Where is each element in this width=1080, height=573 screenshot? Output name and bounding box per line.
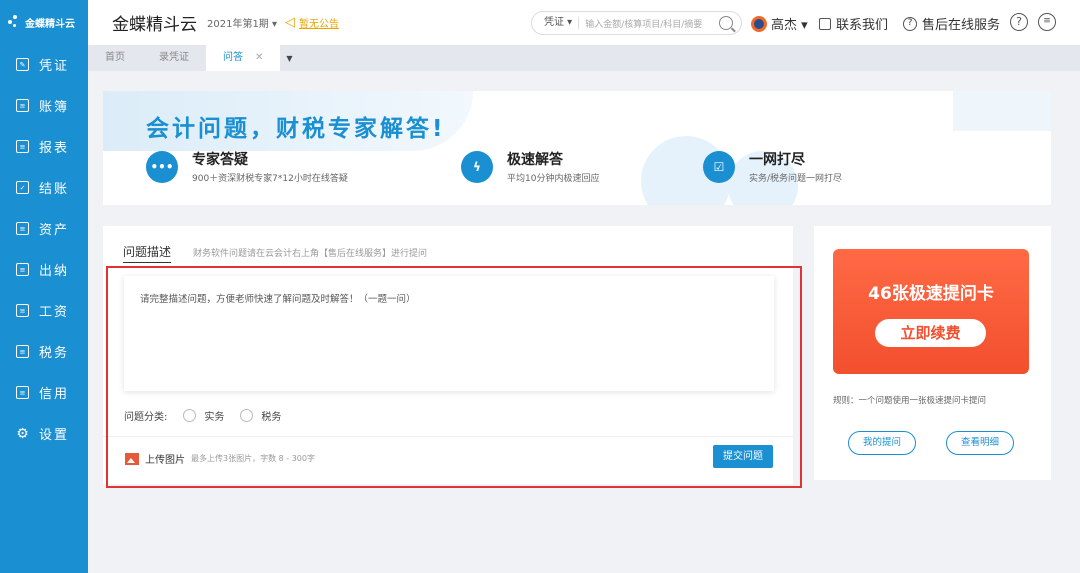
tab-voucher-entry[interactable]: 录凭证 <box>142 45 206 71</box>
image-icon <box>125 452 139 465</box>
chevron-down-icon[interactable]: ▼ <box>286 54 292 63</box>
tab-home[interactable]: 首页 <box>88 45 142 71</box>
user-name: 高杰 ▾ <box>771 18 808 33</box>
menu-icon[interactable]: ≡ <box>1038 13 1056 31</box>
close-icon[interactable]: ✕ <box>255 52 263 63</box>
gear-icon: ⚙ <box>16 425 29 442</box>
sidebar: 金蝶精斗云 ✎ 凭证 ≡ 账簿 ≡ 报表 ✓ 结账 ≡ 资产 ≡ 出纳 ≡ 工资 ≡ 税务 ≡ 信… <box>0 0 88 573</box>
report-icon: ≡ <box>16 140 29 153</box>
card-rule: 规则：一个问题使用一张极速提问卡提问 <box>833 396 987 406</box>
radio-icon <box>183 409 197 422</box>
upload-image-button[interactable]: 上传图片 最多上传3张图片，字数 8 - 300字 <box>125 451 315 466</box>
period-selector[interactable]: 2021年第1期 ▾ <box>207 15 277 30</box>
top-bar: 金蝶精斗云 2021年第1期 ▾ ◁ 暂无公告 凭证 ▾ 输入金额/核算项目/科… <box>88 0 1080 45</box>
radio-practice[interactable]: 实务 <box>183 408 224 423</box>
contact-us-link[interactable]: 联系我们 <box>819 14 888 33</box>
tab-bar: 首页 录凭证 问答 ✕ ▼ <box>88 45 1080 71</box>
cashier-icon: ≡ <box>16 263 29 276</box>
question-textarea[interactable]: 请完整描述问题，方便老师快速了解问题及时解答！（一题一问） <box>124 276 774 391</box>
question-panel: 问题描述 财务软件问题请在云会计右上角【售后在线服务】进行提问 请完整描述问题，… <box>103 226 793 484</box>
sidebar-item-report[interactable]: ≡ 报表 <box>0 126 88 167</box>
sidebar-item-settings[interactable]: ⚙ 设置 <box>0 413 88 454</box>
question-card-panel: 46张极速提问卡 立即续费 规则：一个问题使用一张极速提问卡提问 我的提问 查看… <box>814 226 1051 480</box>
book-icon: ≡ <box>16 99 29 112</box>
quick-question-card: 46张极速提问卡 立即续费 <box>833 249 1029 374</box>
sidebar-item-voucher[interactable]: ✎ 凭证 <box>0 44 88 85</box>
sidebar-item-credit[interactable]: ≡ 信用 <box>0 372 88 413</box>
my-questions-button[interactable]: 我的提问 <box>848 431 916 455</box>
banner: 会计问题，财税专家解答! ••• 专家答疑 900＋资深财税专家7*12小时在线答… <box>103 91 1051 205</box>
after-sales-link[interactable]: ? 售后在线服务 <box>903 14 1000 33</box>
sidebar-item-ledger[interactable]: ≡ 账簿 <box>0 85 88 126</box>
renew-button[interactable]: 立即续费 <box>875 319 986 347</box>
asset-icon: ≡ <box>16 222 29 235</box>
sidebar-item-tax[interactable]: ≡ 税务 <box>0 331 88 372</box>
help-icon[interactable]: ? <box>1010 13 1028 31</box>
radio-tax[interactable]: 税务 <box>240 408 281 423</box>
question-footer: 上传图片 最多上传3张图片，字数 8 - 300字 提交问题 <box>103 436 793 484</box>
notice-link[interactable]: 暂无公告 <box>299 15 339 30</box>
card-title: 46张极速提问卡 <box>868 284 994 304</box>
chat-icon: ••• <box>146 150 178 183</box>
search-box: 凭证 ▾ 输入金额/核算项目/科目/摘要 <box>531 11 742 35</box>
category-group: 问题分类: 实务 税务 <box>124 408 281 423</box>
service-icon: ? <box>903 16 917 31</box>
search-type-dropdown[interactable]: 凭证 ▾ <box>532 17 580 29</box>
edit-doc-icon: ✎ <box>16 58 29 71</box>
search-icon[interactable] <box>719 16 733 30</box>
logo-text: 金蝶精斗云 <box>25 18 75 30</box>
sidebar-item-closing[interactable]: ✓ 结账 <box>0 167 88 208</box>
tab-qa[interactable]: 问答 ✕ <box>206 45 281 71</box>
avatar <box>751 15 767 32</box>
check-list-icon: ☑ <box>703 150 735 183</box>
feature-fast: ϟ 极速解答 平均10分钟内极速回应 <box>461 149 599 184</box>
sidebar-item-salary[interactable]: ≡ 工资 <box>0 290 88 331</box>
tax-icon: ≡ <box>16 345 29 358</box>
user-menu[interactable]: 高杰 ▾ <box>751 14 808 33</box>
logo[interactable]: 金蝶精斗云 <box>0 0 88 44</box>
feature-expert: ••• 专家答疑 900＋资深财税专家7*12小时在线答疑 <box>146 149 348 184</box>
salary-icon: ≡ <box>16 304 29 317</box>
radio-icon <box>240 409 254 422</box>
logo-icon <box>8 15 22 29</box>
checkbox-icon: ✓ <box>16 181 29 194</box>
question-tip: 财务软件问题请在云会计右上角【售后在线服务】进行提问 <box>193 249 428 259</box>
banner-title: 会计问题，财税专家解答! <box>146 116 446 142</box>
category-label: 问题分类: <box>124 412 168 423</box>
feature-all: ☑ 一网打尽 实务/税务问题一网打尽 <box>703 149 842 184</box>
message-icon <box>819 17 831 30</box>
upload-hint: 最多上传3张图片，字数 8 - 300字 <box>191 454 315 463</box>
sidebar-item-asset[interactable]: ≡ 资产 <box>0 208 88 249</box>
submit-question-button[interactable]: 提交问题 <box>713 445 773 468</box>
megaphone-icon: ◁ <box>285 15 296 30</box>
brand-title: 金蝶精斗云 <box>112 15 197 35</box>
view-details-button[interactable]: 查看明细 <box>946 431 1014 455</box>
sidebar-item-cashier[interactable]: ≡ 出纳 <box>0 249 88 290</box>
search-input[interactable]: 输入金额/核算项目/科目/摘要 <box>579 17 719 30</box>
lightning-icon: ϟ <box>461 150 493 183</box>
tab-question-description[interactable]: 问题描述 <box>123 243 172 263</box>
credit-icon: ≡ <box>16 386 29 399</box>
